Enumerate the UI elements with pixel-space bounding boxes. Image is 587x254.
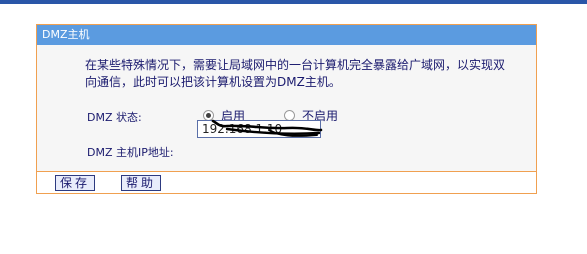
help-button[interactable]: 帮助: [121, 175, 161, 191]
dmz-host-ip-input[interactable]: [197, 120, 321, 138]
dmz-panel: DMZ主机 在某些特殊情况下，需要让局域网中的一台计算机完全暴露给广域网，以实现…: [36, 24, 537, 194]
panel-body: 在某些特殊情况下，需要让局域网中的一台计算机完全暴露给广域网，以实现双向通信，此…: [37, 45, 536, 172]
panel-title: DMZ主机: [37, 25, 536, 45]
dmz-host-ip-label: DMZ 主机IP地址:: [87, 146, 174, 159]
dmz-status-label: DMZ 状态:: [87, 111, 142, 124]
top-bar: [0, 0, 587, 4]
save-button[interactable]: 保存: [55, 175, 95, 191]
description-text: 在某些特殊情况下，需要让局域网中的一台计算机完全暴露给广域网，以实现双向通信，此…: [85, 58, 506, 89]
